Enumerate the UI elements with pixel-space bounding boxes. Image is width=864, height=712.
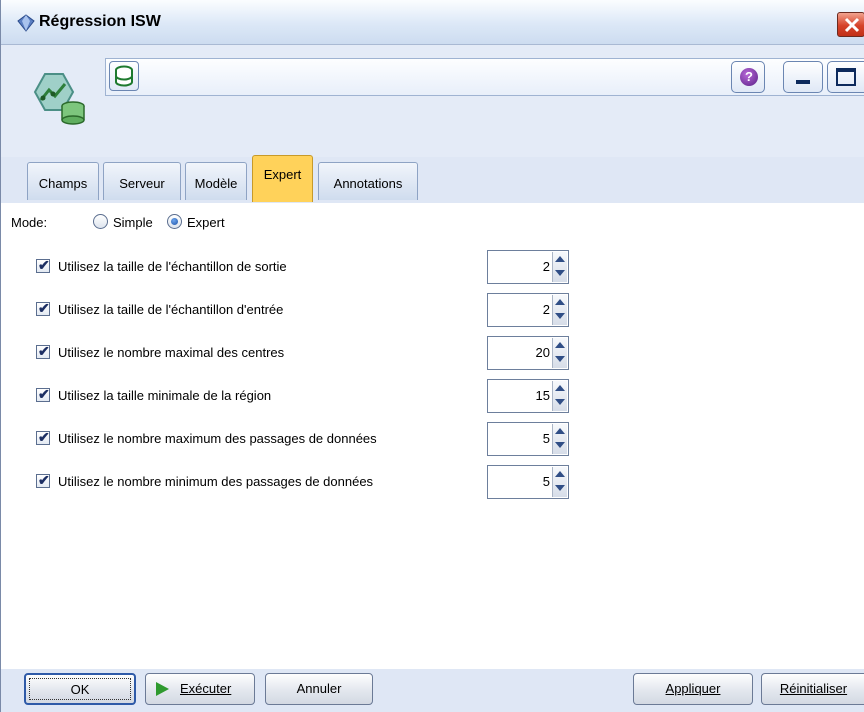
tab-expert[interactable]: Expert xyxy=(252,155,313,202)
setting-row: ✔ Utilisez le nombre minimum des passage… xyxy=(1,465,864,499)
spinner-value[interactable]: 2 xyxy=(543,259,550,274)
checkmark-icon: ✔ xyxy=(38,300,50,316)
input-sample-size-checkbox[interactable]: ✔ xyxy=(36,300,50,316)
play-icon xyxy=(156,682,169,696)
cancel-button[interactable]: Annuler xyxy=(265,673,373,705)
reset-button-label: Réinitialiser xyxy=(779,681,848,696)
min-data-passes-label[interactable]: Utilisez le nombre minimum des passages … xyxy=(58,474,373,489)
checkmark-icon: ✔ xyxy=(38,343,50,359)
input-sample-size-spinner[interactable]: 2 xyxy=(487,293,569,327)
run-button[interactable]: Exécuter xyxy=(145,673,255,705)
cancel-button-label: Annuler xyxy=(296,681,342,696)
max-data-passes-label[interactable]: Utilisez le nombre maximum des passages … xyxy=(58,431,377,446)
max-centers-label[interactable]: Utilisez le nombre maximal des centres xyxy=(58,345,284,360)
spinner-value[interactable]: 20 xyxy=(536,345,550,360)
tab-annotations[interactable]: Annotations xyxy=(318,162,418,200)
isw-regression-node-icon xyxy=(33,73,85,125)
setting-row: ✔ Utilisez le nombre maximal des centres… xyxy=(1,336,864,370)
input-sample-size-label[interactable]: Utilisez la taille de l'échantillon d'en… xyxy=(58,302,283,317)
help-icon: ? xyxy=(740,68,758,86)
min-region-size-label[interactable]: Utilisez la taille minimale de la région xyxy=(58,388,271,403)
tab-serveur[interactable]: Serveur xyxy=(103,162,181,200)
run-button-label: Exécuter xyxy=(180,681,232,696)
checkmark-icon: ✔ xyxy=(38,257,50,273)
spinner-arrows-icon[interactable] xyxy=(552,338,567,368)
max-centers-spinner[interactable]: 20 xyxy=(487,336,569,370)
output-sample-size-checkbox[interactable]: ✔ xyxy=(36,257,50,273)
close-button[interactable] xyxy=(837,12,864,37)
setting-row: ✔ Utilisez la taille de l'échantillon d'… xyxy=(1,293,864,327)
reset-button[interactable]: Réinitialiser xyxy=(761,673,864,705)
spinner-value[interactable]: 5 xyxy=(543,474,550,489)
spinner-value[interactable]: 15 xyxy=(536,388,550,403)
checkmark-icon: ✔ xyxy=(38,386,50,402)
window-title: Régression ISW xyxy=(39,13,161,30)
dialog-window: Régression ISW ? Champs Serveur Modèle E… xyxy=(0,0,864,712)
help-button[interactable]: ? xyxy=(731,61,765,93)
checkmark-icon: ✔ xyxy=(38,429,50,445)
spinner-arrows-icon[interactable] xyxy=(552,295,567,325)
ok-button[interactable]: OK xyxy=(24,673,136,705)
spinner-value[interactable]: 2 xyxy=(543,302,550,317)
tab-modele[interactable]: Modèle xyxy=(185,162,247,200)
min-data-passes-spinner[interactable]: 5 xyxy=(487,465,569,499)
mode-expert-label[interactable]: Expert xyxy=(187,215,225,230)
setting-row: ✔ Utilisez le nombre maximum des passage… xyxy=(1,422,864,456)
min-region-size-spinner[interactable]: 15 xyxy=(487,379,569,413)
maximize-icon xyxy=(836,68,856,86)
tab-champs[interactable]: Champs xyxy=(27,162,99,200)
setting-row: ✔ Utilisez la taille de l'échantillon de… xyxy=(1,250,864,284)
setting-row: ✔ Utilisez la taille minimale de la régi… xyxy=(1,379,864,413)
spinner-arrows-icon[interactable] xyxy=(552,252,567,282)
maximize-button[interactable] xyxy=(827,61,864,93)
min-data-passes-checkbox[interactable]: ✔ xyxy=(36,472,50,488)
spinner-arrows-icon[interactable] xyxy=(552,381,567,411)
max-data-passes-spinner[interactable]: 5 xyxy=(487,422,569,456)
mode-label: Mode: xyxy=(11,215,48,230)
mode-expert-radio[interactable] xyxy=(167,214,182,229)
apply-button-label: Appliquer xyxy=(665,681,721,696)
min-region-size-checkbox[interactable]: ✔ xyxy=(36,386,50,402)
apply-button[interactable]: Appliquer xyxy=(633,673,753,705)
minimize-icon xyxy=(796,80,810,84)
output-sample-size-label[interactable]: Utilisez la taille de l'échantillon de s… xyxy=(58,259,287,274)
ok-button-label: OK xyxy=(70,682,90,697)
database-button[interactable] xyxy=(109,61,139,91)
title-bar[interactable]: Régression ISW xyxy=(1,0,864,45)
spinner-arrows-icon[interactable] xyxy=(552,424,567,454)
output-sample-size-spinner[interactable]: 2 xyxy=(487,250,569,284)
max-centers-checkbox[interactable]: ✔ xyxy=(36,343,50,359)
database-icon xyxy=(115,65,133,87)
minimize-button[interactable] xyxy=(783,61,823,93)
app-gem-icon xyxy=(17,14,35,32)
close-icon xyxy=(844,17,860,33)
max-data-passes-checkbox[interactable]: ✔ xyxy=(36,429,50,445)
mode-simple-label[interactable]: Simple xyxy=(113,215,153,230)
mode-simple-radio[interactable] xyxy=(93,214,108,229)
spinner-arrows-icon[interactable] xyxy=(552,467,567,497)
spinner-value[interactable]: 5 xyxy=(543,431,550,446)
checkmark-icon: ✔ xyxy=(38,472,50,488)
